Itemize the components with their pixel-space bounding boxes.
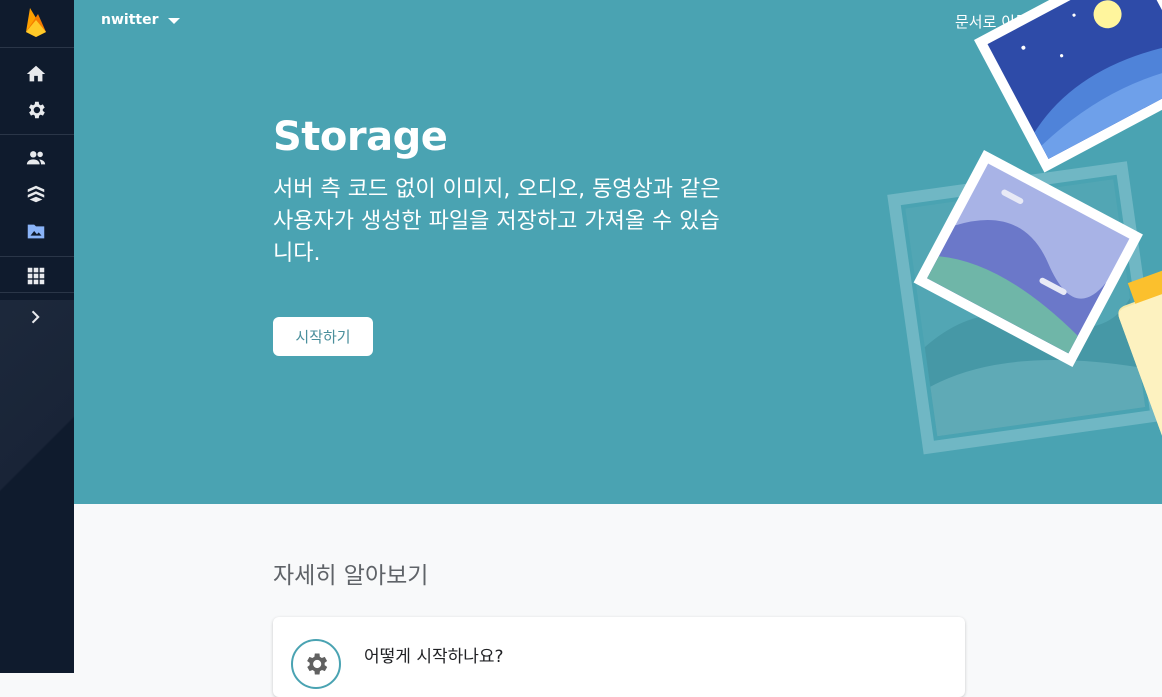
- firestore-icon[interactable]: [24, 182, 48, 206]
- storage-icon[interactable]: [24, 219, 48, 243]
- hero-description: 서버 측 코드 없이 이미지, 오디오, 동영상과 같은 사용자가 생성한 파일…: [273, 177, 721, 266]
- sidebar-divider: [0, 292, 74, 293]
- how-to-start-card[interactable]: 어떻게 시작하나요?: [273, 617, 965, 697]
- sidebar-divider: [0, 47, 74, 48]
- firebase-logo-icon[interactable]: [22, 6, 50, 38]
- project-name: nwitter: [101, 12, 159, 28]
- sidebar: [0, 0, 74, 673]
- users-icon[interactable]: [24, 146, 48, 170]
- settings-icon[interactable]: [24, 98, 48, 122]
- page-title: Storage: [273, 114, 448, 160]
- sidebar-divider: [0, 256, 74, 257]
- caret-down-icon: [168, 18, 181, 24]
- storage-illustration-icon: [887, 0, 1162, 504]
- apps-grid-icon[interactable]: [24, 264, 48, 288]
- gear-icon: [291, 639, 341, 689]
- home-icon[interactable]: [24, 62, 48, 86]
- project-selector[interactable]: nwitter: [101, 12, 181, 28]
- card-label: 어떻게 시작하나요?: [364, 647, 504, 667]
- sidebar-divider: [0, 134, 74, 135]
- hero-banner: nwitter 문서로 이동 Storage 서버 측 코드 없이 이미지, 오…: [74, 0, 1162, 504]
- start-button[interactable]: 시작하기: [273, 317, 373, 356]
- learn-more-title: 자세히 알아보기: [273, 563, 429, 589]
- chevron-right-icon[interactable]: [24, 305, 48, 329]
- sidebar-shade: [0, 300, 74, 673]
